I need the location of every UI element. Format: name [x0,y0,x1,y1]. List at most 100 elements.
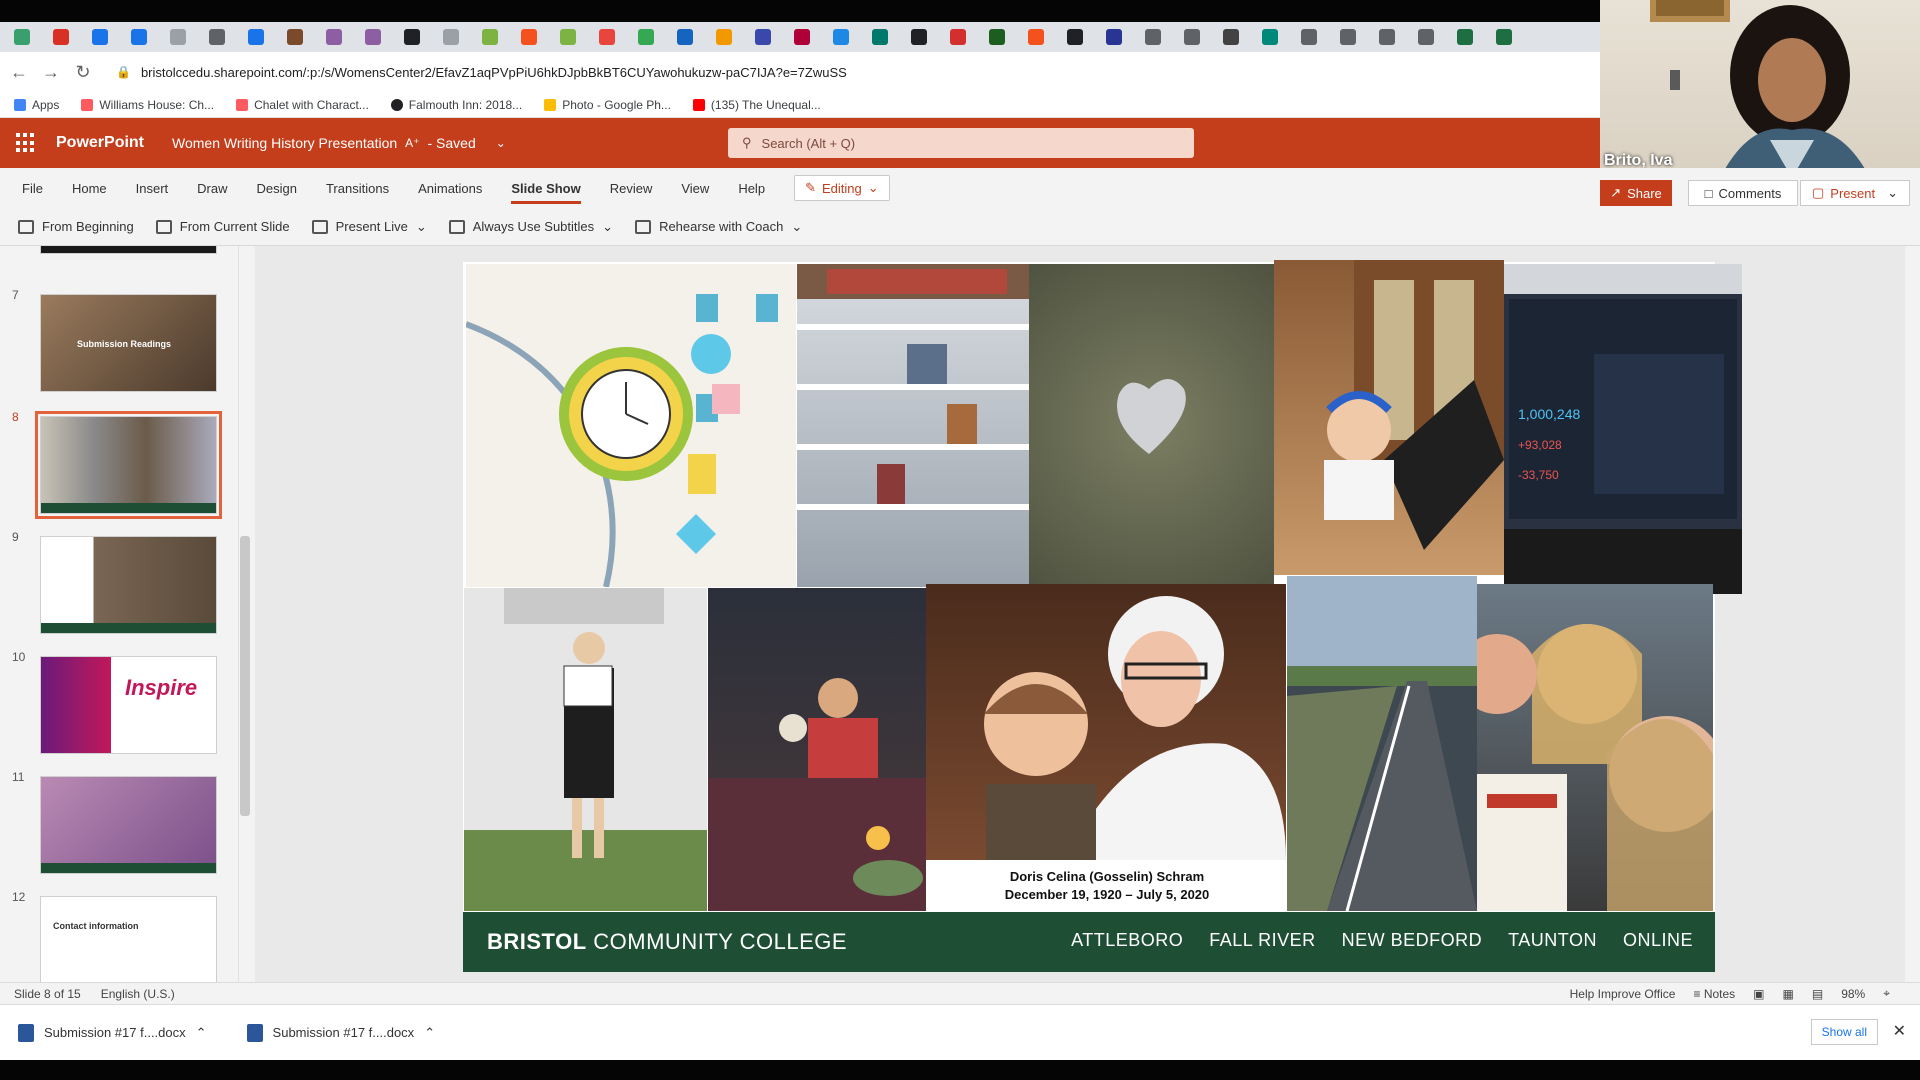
tab-favicon[interactable] [950,29,966,45]
language-indicator[interactable]: English (U.S.) [101,987,175,1001]
thumbnail-row[interactable]: 7 Submission Readings [0,288,255,392]
tab-favicon[interactable] [911,29,927,45]
tab-favicon[interactable] [170,29,186,45]
url-field[interactable]: 🔒 bristolccedu.sharepoint.com/:p:/s/Wome… [116,65,847,80]
tab-favicon[interactable] [1028,29,1044,45]
download-item[interactable]: Submission #17 f....docx ⌃ [246,1023,435,1042]
tab-favicon[interactable] [326,29,342,45]
normal-view-icon[interactable]: ▣ [1753,987,1764,1001]
bookmark-apps[interactable]: Apps [14,98,59,112]
bookmark-item[interactable]: Chalet with Charact... [236,98,369,112]
thumbnail-row[interactable]: 11 [0,770,255,874]
tab-favicon[interactable] [560,29,576,45]
from-current-slide-button[interactable]: From Current Slide [155,219,290,234]
close-icon[interactable]: ✕ [1893,1021,1906,1041]
tab-favicon[interactable] [443,29,459,45]
canvas-scrollbar[interactable] [1905,246,1920,982]
back-icon[interactable]: ← [6,59,32,85]
tab-view[interactable]: View [681,177,709,200]
tab-favicon[interactable] [1067,29,1083,45]
notes-button[interactable]: ≡ Notes [1693,987,1735,1001]
thumbnail-row[interactable]: 9 [0,530,255,634]
tab-favicon[interactable] [287,29,303,45]
app-launcher-icon[interactable] [16,133,36,153]
tab-favicon[interactable] [677,29,693,45]
tab-favicon[interactable] [1223,29,1239,45]
tab-favicon[interactable] [755,29,771,45]
show-all-button[interactable]: Show all [1810,1019,1878,1045]
tab-favicon[interactable] [1418,29,1434,45]
tab-file[interactable]: File [22,177,43,200]
present-button[interactable]: ▢ Present ⌄ [1800,180,1910,206]
reload-icon[interactable]: ↻ [70,59,96,85]
tab-favicon[interactable] [14,29,30,45]
tab-favicon[interactable] [1145,29,1161,45]
rehearse-with-coach-button[interactable]: Rehearse with Coach ⌄ [635,219,802,235]
reading-view-icon[interactable]: ▤ [1812,987,1823,1001]
tab-favicon[interactable] [872,29,888,45]
editing-mode-button[interactable]: ✎ Editing ⌄ [794,175,890,201]
tab-favicon[interactable] [521,29,537,45]
slide-thumbnail[interactable] [40,776,217,874]
download-item[interactable]: Submission #17 f....docx ⌃ [18,1023,207,1042]
tab-favicon[interactable] [248,29,264,45]
tab-favicon[interactable] [1301,29,1317,45]
tab-design[interactable]: Design [257,177,297,200]
slide-thumbnail[interactable]: Submission Readings [40,294,217,392]
chevron-up-icon[interactable]: ⌃ [196,1025,207,1041]
zoom-level[interactable]: 98% [1841,987,1865,1001]
tab-transitions[interactable]: Transitions [326,177,389,200]
coauthor-icon[interactable]: A⁺ [405,136,419,150]
tab-favicon[interactable] [833,29,849,45]
chevron-down-icon[interactable]: ⌄ [1887,185,1898,201]
tab-slide-show[interactable]: Slide Show [511,177,582,204]
always-use-subtitles-button[interactable]: Always Use Subtitles ⌄ [448,219,613,235]
search-input[interactable]: ⚲ Search (Alt + Q) [728,128,1194,158]
app-name[interactable]: PowerPoint [56,134,144,152]
present-live-button[interactable]: Present Live ⌄ [311,219,427,235]
tab-home[interactable]: Home [72,177,107,200]
tab-favicon[interactable] [1262,29,1278,45]
share-button[interactable]: ↗ Share [1600,180,1672,206]
slide-thumbnail-current[interactable] [35,411,222,519]
from-beginning-button[interactable]: From Beginning [18,219,134,234]
tab-favicon[interactable] [1340,29,1356,45]
tab-favicon[interactable] [209,29,225,45]
tab-review[interactable]: Review [610,177,653,200]
tab-favicon[interactable] [365,29,381,45]
tab-help[interactable]: Help [738,177,765,200]
bookmark-item[interactable]: (135) The Unequal... [692,98,821,112]
tab-favicon[interactable] [1184,29,1200,45]
slide-thumbnail[interactable]: Contact information [40,896,217,982]
slide-thumbnail[interactable]: Inspire [40,656,217,754]
forward-icon[interactable]: → [38,59,64,85]
tab-favicon[interactable] [1379,29,1395,45]
slide-thumbnail[interactable] [40,536,217,634]
slide-thumbnail[interactable] [40,246,217,254]
tab-favicon[interactable] [404,29,420,45]
comments-button[interactable]: □ Comments [1688,180,1798,206]
thumbnail-row[interactable]: 12 Contact information [0,890,255,982]
tab-favicon[interactable] [131,29,147,45]
thumbnail-row[interactable]: 10 Inspire [0,650,255,754]
tab-insert[interactable]: Insert [136,177,169,200]
fit-to-window-icon[interactable]: ⌖ [1883,986,1890,1001]
tab-draw[interactable]: Draw [197,177,227,200]
chevron-up-icon[interactable]: ⌃ [424,1025,435,1041]
bookmark-item[interactable]: Falmouth Inn: 2018... [390,98,522,112]
tab-favicon[interactable] [989,29,1005,45]
help-improve-office[interactable]: Help Improve Office [1570,987,1676,1001]
bookmark-item[interactable]: Photo - Google Ph... [544,98,671,112]
slide-sorter-icon[interactable]: ▦ [1783,987,1794,1001]
chevron-down-icon[interactable]: ⌄ [496,136,506,150]
tab-favicon[interactable] [53,29,69,45]
tab-favicon[interactable] [482,29,498,45]
tab-favicon[interactable] [1106,29,1122,45]
bookmark-item[interactable]: Williams House: Ch... [81,98,214,112]
tab-favicon[interactable] [716,29,732,45]
tab-favicon[interactable] [1457,29,1473,45]
tab-favicon[interactable] [92,29,108,45]
tab-favicon[interactable] [794,29,810,45]
tab-favicon[interactable] [599,29,615,45]
tab-favicon[interactable] [638,29,654,45]
